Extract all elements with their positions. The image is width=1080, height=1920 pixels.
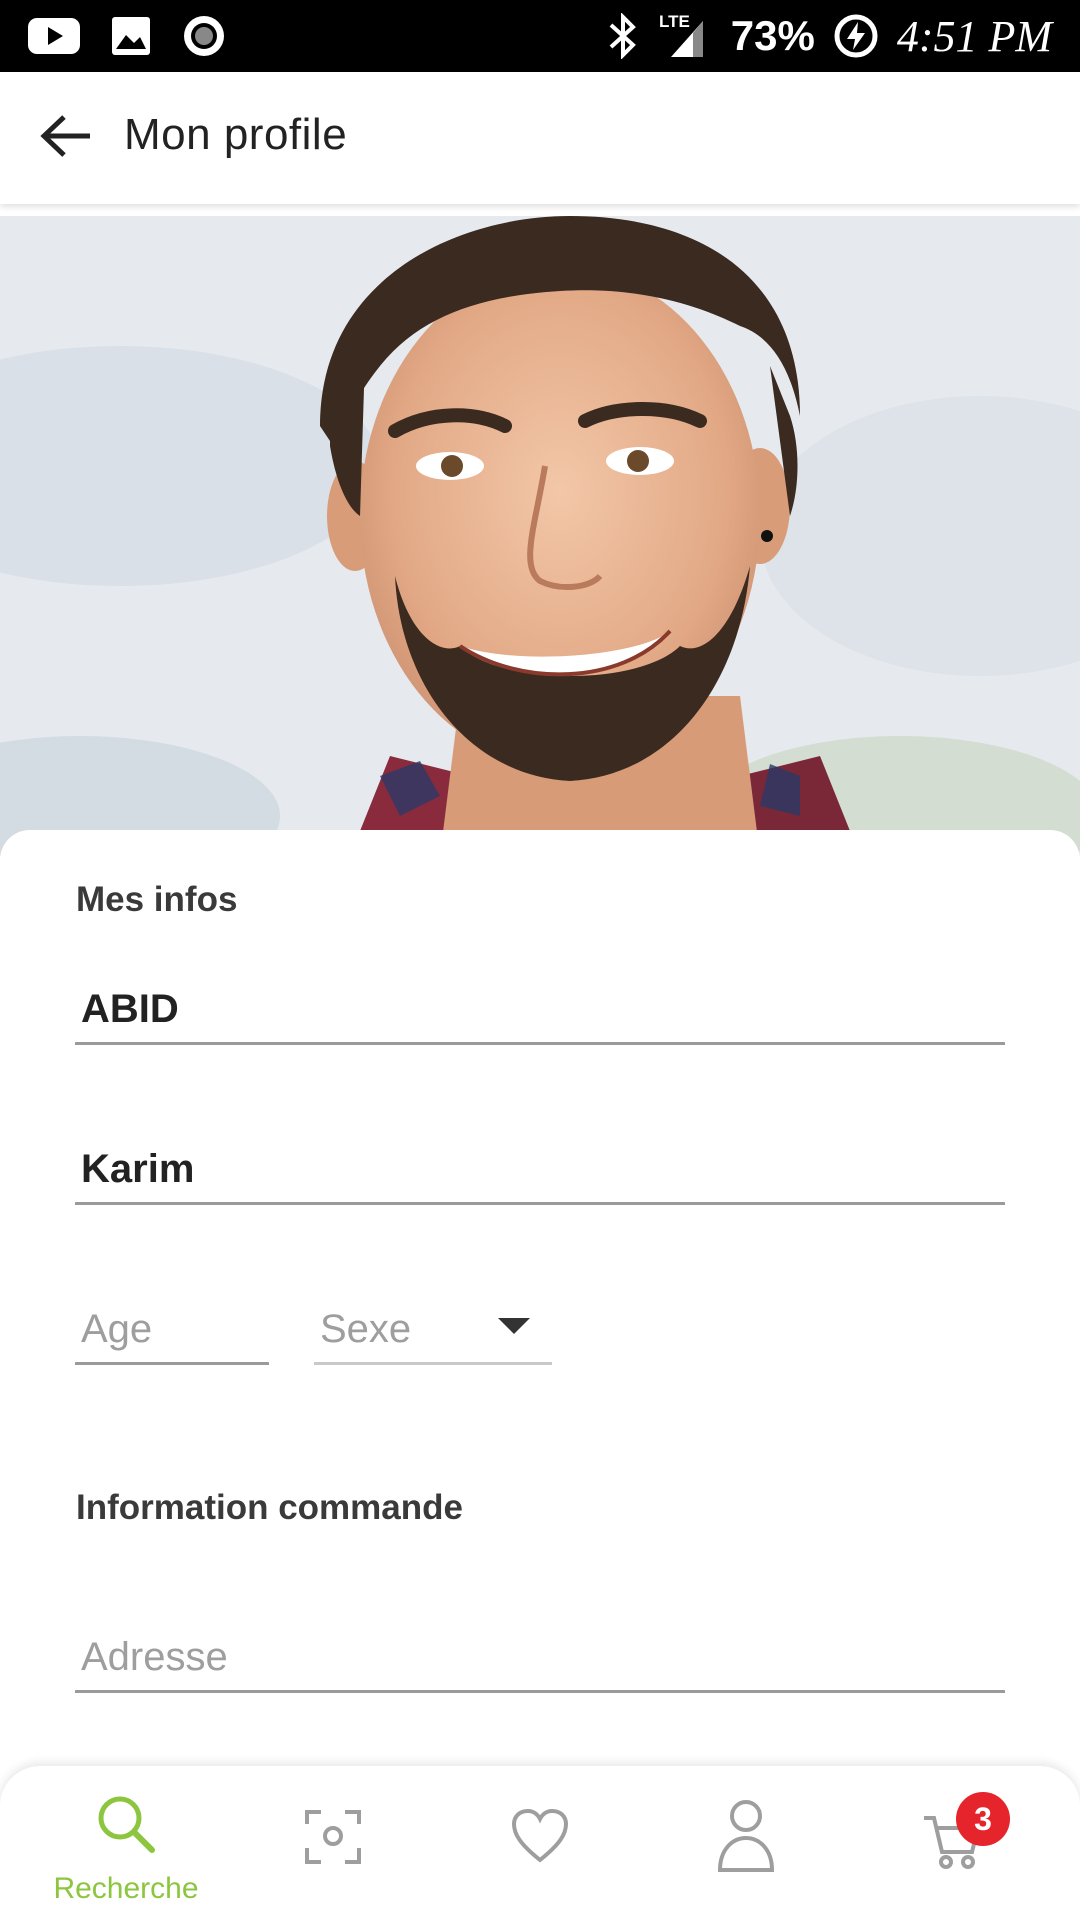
last-name-field[interactable]: ABID	[75, 950, 1005, 1045]
bluetooth-icon	[605, 13, 641, 59]
section-title-information-commande: Information commande	[76, 1488, 463, 1527]
heart-icon	[510, 1808, 570, 1869]
adresse-placeholder: Adresse	[81, 1635, 228, 1679]
first-name-field[interactable]: Karim	[75, 1110, 1005, 1205]
arrow-left-icon	[40, 114, 92, 163]
nav-profile[interactable]	[705, 1766, 787, 1920]
svg-text:LTE: LTE	[659, 12, 690, 31]
lte-signal-icon: LTE	[659, 11, 713, 61]
adresse-field[interactable]: Adresse	[75, 1590, 1005, 1693]
nav-label-recherche: Recherche	[53, 1872, 199, 1905]
image-icon	[110, 15, 152, 57]
first-name-value: Karim	[81, 1147, 195, 1191]
cart-badge: 3	[956, 1792, 1010, 1846]
user-icon	[716, 1798, 776, 1877]
youtube-icon	[28, 16, 80, 56]
nav-favorites[interactable]	[498, 1766, 582, 1920]
clock: 4:51 PM	[896, 11, 1052, 61]
age-field[interactable]: Age	[75, 1270, 269, 1365]
status-bar: LTE 73% 4:51 PM	[0, 0, 1080, 72]
battery-percent: 73%	[730, 12, 815, 59]
bottom-nav: Recherche	[0, 1766, 1080, 1920]
battery-charging-icon	[833, 13, 879, 59]
sexe-placeholder: Sexe	[320, 1307, 412, 1351]
record-icon	[182, 14, 226, 58]
sexe-select[interactable]: Sexe	[314, 1270, 552, 1365]
profile-form-card: Mes infos ABID Karim Age Sexe Informatio…	[0, 830, 1080, 1920]
search-icon	[94, 1792, 158, 1861]
chevron-down-icon	[498, 1318, 530, 1334]
age-placeholder: Age	[81, 1307, 153, 1351]
back-button[interactable]	[30, 102, 102, 174]
nav-recherche[interactable]: Recherche	[46, 1766, 206, 1920]
scan-icon	[303, 1806, 363, 1871]
app-bar: Mon profile	[0, 72, 1080, 204]
section-title-mes-infos: Mes infos	[76, 880, 238, 919]
profile-photo	[0, 216, 1080, 856]
last-name-value: ABID	[81, 987, 179, 1031]
nav-scan[interactable]	[292, 1766, 374, 1920]
page-title: Mon profile	[124, 110, 348, 159]
